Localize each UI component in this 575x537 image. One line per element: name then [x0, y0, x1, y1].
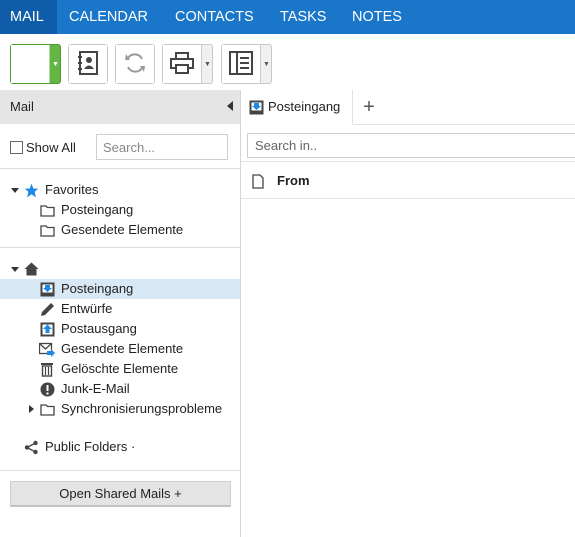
- message-list-header: From: [241, 161, 575, 199]
- public-folders[interactable]: Public Folders ·: [0, 437, 240, 457]
- show-all-toggle[interactable]: Show All: [10, 140, 76, 155]
- sidebar: Mail Show All Favorites Posteingang Gese…: [0, 90, 241, 537]
- column-header-from[interactable]: From: [277, 173, 310, 188]
- inbox-icon: [248, 99, 264, 115]
- inbox-icon: [39, 281, 55, 297]
- print-button[interactable]: ▼: [162, 44, 213, 84]
- mail-search-input[interactable]: [247, 133, 575, 158]
- new-mail-dropdown-icon[interactable]: ▼: [49, 45, 61, 83]
- sent-icon: [39, 341, 55, 357]
- folder-icon: [39, 202, 55, 218]
- sync-icon: [123, 51, 147, 78]
- folder-junk[interactable]: Junk-E-Mail: [0, 379, 240, 399]
- mailbox-root[interactable]: [0, 259, 240, 279]
- folder-icon: [39, 222, 55, 238]
- new-mail-button[interactable]: ▼: [10, 44, 61, 84]
- divider: [0, 247, 240, 248]
- folder-postausgang[interactable]: Postausgang: [0, 319, 240, 339]
- print-dropdown-icon[interactable]: ▼: [201, 45, 213, 83]
- favorite-item-gesendete[interactable]: Gesendete Elemente: [0, 220, 240, 240]
- toolbar: ▼ ▼ ▼: [0, 34, 575, 90]
- folder-gesendete[interactable]: Gesendete Elemente: [0, 339, 240, 359]
- favorite-item-posteingang[interactable]: Posteingang: [0, 200, 240, 220]
- collapse-sidebar-icon[interactable]: [227, 101, 233, 111]
- address-book-button[interactable]: [68, 44, 108, 84]
- address-book-icon: [77, 50, 99, 78]
- share-icon: [23, 439, 39, 455]
- view-layout-dropdown-icon[interactable]: ▼: [260, 45, 272, 83]
- sync-button[interactable]: [115, 44, 155, 84]
- folder-search-input[interactable]: [96, 134, 228, 160]
- folder-label: Postausgang: [61, 321, 137, 336]
- folder-label: Entwürfe: [61, 301, 113, 316]
- outbox-icon: [39, 321, 55, 337]
- junk-icon: [39, 381, 55, 397]
- tab-label: Posteingang: [268, 99, 341, 114]
- main-pane: Posteingang + From: [241, 90, 575, 537]
- nav-notes[interactable]: NOTES: [352, 0, 402, 34]
- home-icon: [23, 261, 39, 277]
- nav-tasks[interactable]: TASKS: [280, 0, 326, 34]
- pencil-icon: [39, 301, 55, 317]
- expand-folder-icon[interactable]: [29, 405, 34, 413]
- folder-posteingang[interactable]: Posteingang: [0, 279, 240, 299]
- show-all-checkbox[interactable]: [10, 141, 23, 154]
- tab-posteingang[interactable]: Posteingang: [241, 90, 353, 125]
- expand-mailbox-icon[interactable]: [11, 267, 19, 272]
- divider: [0, 168, 240, 169]
- view-layout-button[interactable]: ▼: [221, 44, 272, 84]
- folder-label: Gesendete Elemente: [61, 341, 184, 356]
- add-tab-button[interactable]: +: [359, 96, 379, 118]
- document-icon: [250, 173, 266, 189]
- show-all-label: Show All: [26, 140, 76, 155]
- tab-bar-border: [353, 124, 575, 125]
- sidebar-header: Mail: [0, 90, 240, 124]
- public-folders-label: Public Folders ·: [45, 439, 136, 454]
- folder-synchronisierungsprobleme[interactable]: Synchronisierungsprobleme: [0, 399, 240, 419]
- folder-label: Gelöschte Elemente: [61, 361, 179, 376]
- sidebar-title: Mail: [10, 99, 34, 114]
- star-icon: [23, 182, 39, 198]
- nav-mail[interactable]: MAIL: [0, 0, 57, 34]
- nav-contacts[interactable]: CONTACTS: [175, 0, 254, 34]
- view-layout-icon: [229, 50, 253, 78]
- expand-favorites-icon[interactable]: [11, 188, 19, 193]
- folder-entwuerfe[interactable]: Entwürfe: [0, 299, 240, 319]
- trash-icon: [39, 361, 55, 377]
- nav-calendar[interactable]: CALENDAR: [69, 0, 148, 34]
- folder-label: Synchronisierungsprobleme: [61, 401, 223, 416]
- folder-label: Posteingang: [61, 281, 134, 296]
- folder-label: Junk-E-Mail: [61, 381, 130, 396]
- favorite-item-label: Gesendete Elemente: [61, 222, 184, 237]
- printer-icon: [170, 51, 194, 77]
- folder-geloeschte[interactable]: Gelöschte Elemente: [0, 359, 240, 379]
- new-mail-icon: [16, 52, 44, 76]
- open-shared-mails-button[interactable]: Open Shared Mails +: [10, 481, 231, 507]
- divider: [0, 470, 240, 471]
- favorite-item-label: Posteingang: [61, 202, 134, 217]
- top-navigation: MAIL CALENDAR CONTACTS TASKS NOTES: [0, 0, 575, 34]
- folder-icon: [39, 401, 55, 417]
- favorites-group[interactable]: Favorites: [0, 180, 240, 200]
- favorites-label: Favorites: [45, 182, 99, 197]
